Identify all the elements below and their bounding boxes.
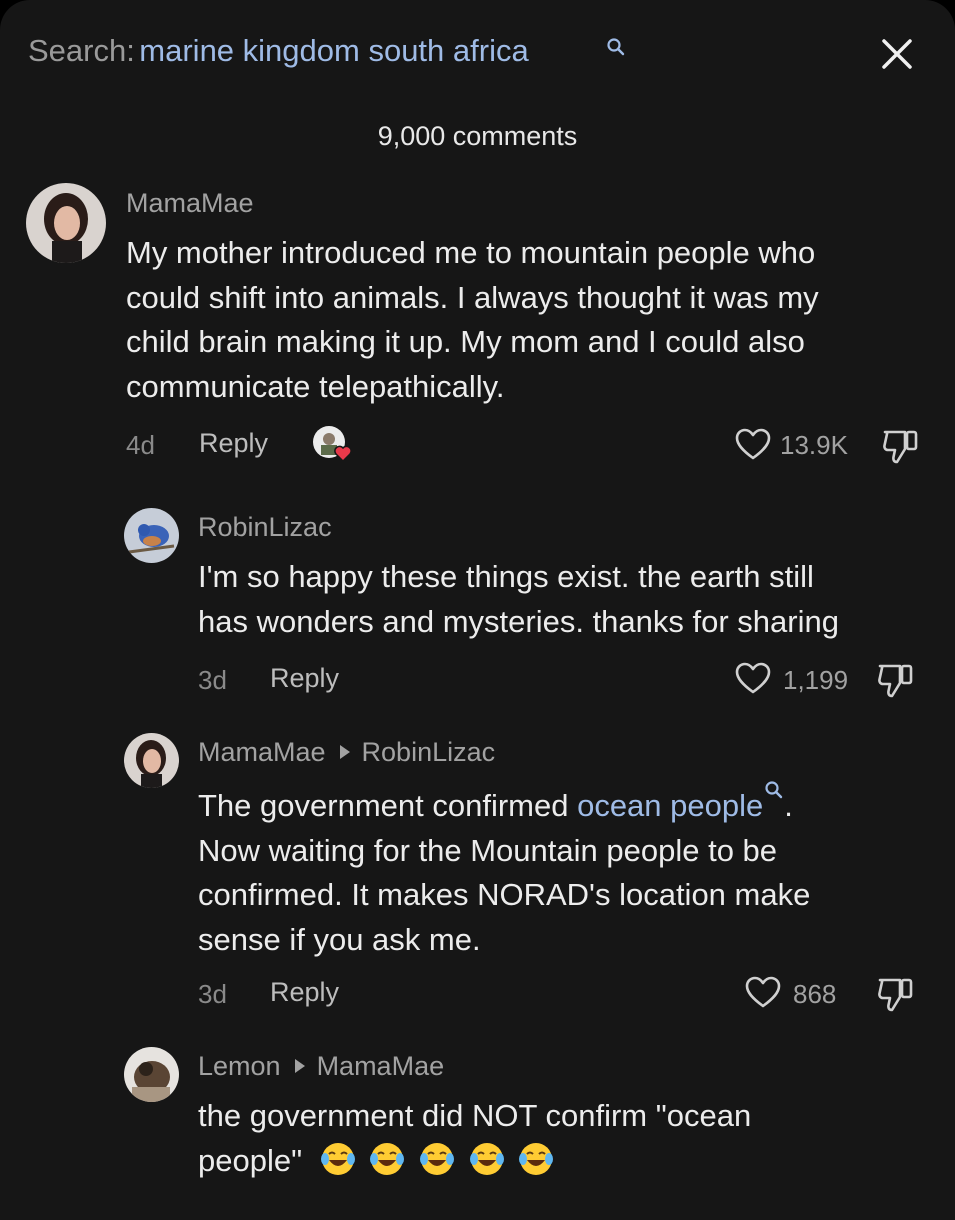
avatar[interactable] <box>124 1047 179 1102</box>
search-header[interactable]: Search: marine kingdom south africa <box>28 33 625 69</box>
reply-button[interactable]: Reply <box>270 977 339 1008</box>
reply-arrow-icon <box>339 744 350 759</box>
heart-icon[interactable] <box>744 975 782 1009</box>
dislike-icon[interactable] <box>876 975 916 1013</box>
laughing-emoji <box>419 1142 454 1175</box>
dislike-icon[interactable] <box>876 661 916 699</box>
reply-button[interactable]: Reply <box>199 428 268 459</box>
comment-text: The government confirmed ocean people. N… <box>198 780 938 962</box>
search-link[interactable]: ocean people <box>577 788 763 823</box>
like-count: 1,199 <box>783 665 849 695</box>
avatar[interactable] <box>124 733 179 788</box>
comment-text: I'm so happy these things exist. the ear… <box>198 559 839 639</box>
avatar[interactable] <box>26 183 106 263</box>
reply-arrow-icon <box>294 1058 305 1073</box>
laughing-emoji <box>469 1142 504 1175</box>
heart-icon[interactable] <box>734 427 772 461</box>
comment-age: 4d <box>126 430 155 460</box>
search-prefix: Search: <box>28 33 135 68</box>
comment-username[interactable]: RobinLizac <box>198 512 332 543</box>
laughing-emoji <box>370 1142 405 1175</box>
comment-age: 3d <box>198 665 227 695</box>
creator-liked-badge <box>312 425 356 465</box>
close-icon[interactable] <box>880 37 914 71</box>
search-icon <box>607 38 625 56</box>
reply-button[interactable]: Reply <box>270 663 339 694</box>
reply-to-username[interactable]: MamaMae <box>317 1051 445 1081</box>
comment-username-row: Lemon MamaMae <box>198 1051 444 1082</box>
laughing-emoji <box>519 1142 554 1175</box>
like-count: 13.9K <box>780 430 848 460</box>
dislike-icon[interactable] <box>881 427 921 465</box>
comment-username-row: MamaMae RobinLizac <box>198 737 495 768</box>
comment-username[interactable]: MamaMae <box>126 188 254 219</box>
comment-text: My mother introduced me to mountain peop… <box>126 235 819 404</box>
comment-age: 3d <box>198 979 227 1009</box>
comment-text: the government did NOT confirm "ocean pe… <box>198 1098 752 1178</box>
like-count: 868 <box>793 979 837 1009</box>
heart-icon[interactable] <box>734 661 772 695</box>
avatar[interactable] <box>124 508 179 563</box>
comments-count: 9,000 comments <box>377 121 578 151</box>
search-icon <box>765 781 783 799</box>
comment-username[interactable]: MamaMae <box>198 737 326 767</box>
reply-to-username[interactable]: RobinLizac <box>362 737 496 767</box>
comment-username[interactable]: Lemon <box>198 1051 281 1081</box>
search-query-link[interactable]: marine kingdom south africa <box>139 33 528 68</box>
laughing-emoji <box>320 1142 355 1175</box>
